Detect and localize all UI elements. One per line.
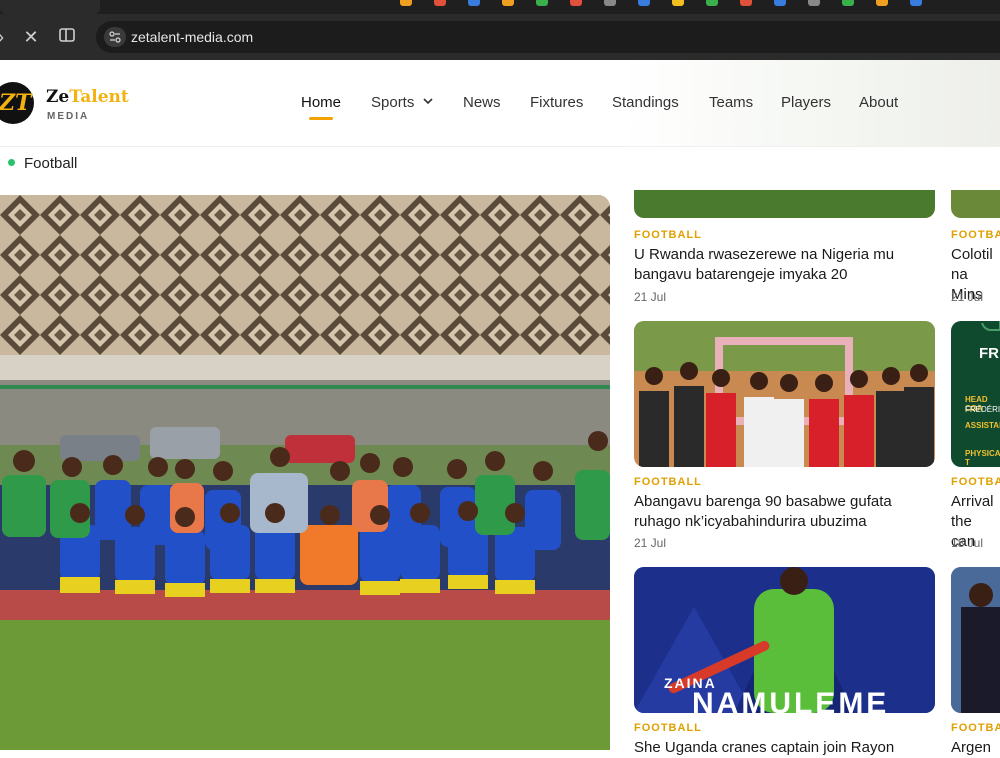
card-category-5[interactable]: FOOTBALL [634, 722, 702, 734]
card-title-2a[interactable]: Colotil [951, 245, 993, 265]
nav-sports[interactable]: Sports [371, 94, 433, 111]
chevron-down-icon [422, 98, 433, 105]
card-title-1b[interactable]: bangavu batarengeje imyaka 20 [634, 265, 848, 285]
card-category-4[interactable]: FOOTBA [951, 476, 1000, 488]
site-header: ZT ZeTalent MEDIA Home Sports News Fixtu… [0, 60, 1000, 146]
logo-name[interactable]: ZeTalent [46, 87, 129, 107]
poster-line-2: FRÉDÉRIC [965, 405, 1000, 414]
split-view-icon[interactable] [56, 26, 78, 48]
card-title-6[interactable]: Argen [951, 738, 991, 758]
logo-name-part-1: Ze [46, 87, 70, 107]
breadcrumb-label[interactable]: Football [24, 155, 77, 172]
logo-glyph: ZT [0, 90, 32, 116]
card-title-1a[interactable]: U Rwanda rwasezerewe na Nigeria mu [634, 245, 894, 265]
logo-subtitle: MEDIA [47, 111, 90, 122]
card-category-1[interactable]: FOOTBALL [634, 229, 702, 241]
poster-line-3: ASSISTANT [965, 421, 1000, 430]
card-title-3a[interactable]: Abangavu barenga 90 basabwe gufata [634, 492, 892, 512]
card-image-5[interactable]: ZAINA NAMULEME [634, 567, 935, 713]
poster-line-4: PHYSICAL T [965, 449, 1000, 467]
reload-icon[interactable]: › [0, 26, 12, 48]
address-bar[interactable]: zetalent-media.com [96, 21, 1000, 53]
card-image-2[interactable] [951, 190, 1000, 218]
nav-sports-label: Sports [371, 94, 415, 111]
card-category-3[interactable]: FOOTBALL [634, 476, 702, 488]
logo-icon[interactable]: ZT [0, 82, 34, 124]
nav-news[interactable]: News [463, 94, 501, 111]
site-info-icon[interactable] [104, 27, 126, 47]
poster-accent-cover [979, 321, 997, 323]
tab-favicons [400, 0, 960, 6]
card-date-4: 18 Jul [951, 536, 984, 550]
nav-home[interactable]: Home [301, 94, 341, 111]
card-title-4a[interactable]: Arrival [951, 492, 994, 512]
tab-strip [0, 0, 1000, 14]
card-image-4[interactable]: FR HEAD COA FRÉDÉRIC ASSISTANT PHYSICAL … [951, 321, 1000, 467]
card-photo-3 [634, 321, 935, 467]
hero-image[interactable] [0, 195, 610, 750]
nav-players[interactable]: Players [781, 94, 831, 111]
breadcrumb-dot [8, 159, 15, 166]
close-icon[interactable]: ✕ [20, 26, 42, 48]
poster-title: FR [979, 345, 999, 362]
card-image-3[interactable] [634, 321, 935, 467]
browser-toolbar: › ✕ zetalent-media.com [0, 14, 1000, 60]
card-category-6[interactable]: FOOTBA [951, 722, 1000, 734]
card-date-2: 21 Jul [951, 290, 984, 304]
card-date-3: 21 Jul [634, 536, 667, 550]
breadcrumb: Football [0, 146, 1000, 190]
promo-last-name: NAMULEME [692, 687, 890, 713]
card-category-2[interactable]: FOOTBA [951, 229, 1000, 241]
nav-fixtures[interactable]: Fixtures [530, 94, 583, 111]
card-image-1[interactable] [634, 190, 935, 218]
nav-standings[interactable]: Standings [612, 94, 679, 111]
card-image-6[interactable] [951, 567, 1000, 713]
card-title-3b[interactable]: ruhago nk’icyabahindurira ubuzima [634, 512, 867, 532]
card-photo-6 [951, 567, 1000, 713]
card-title-5[interactable]: She Uganda cranes captain join Rayon [634, 738, 894, 758]
url-text[interactable]: zetalent-media.com [131, 29, 253, 45]
nav-active-indicator [309, 117, 333, 120]
active-tab[interactable] [0, 0, 100, 14]
hero-photo [0, 195, 610, 750]
logo-name-part-2: Talent [69, 87, 129, 107]
nav-about[interactable]: About [859, 94, 898, 111]
nav-teams[interactable]: Teams [709, 94, 753, 111]
card-date-1: 21 Jul [634, 290, 667, 304]
